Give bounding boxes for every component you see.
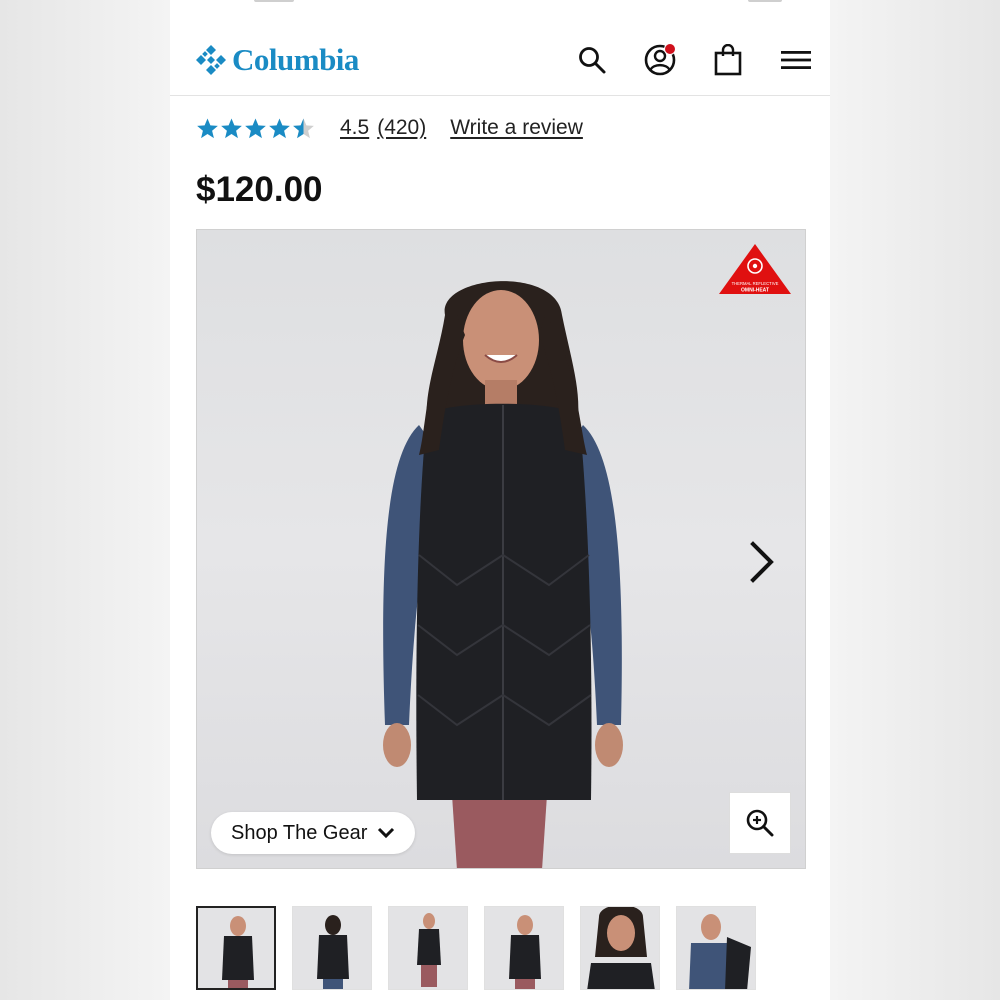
thumbnail-front[interactable] — [196, 906, 276, 990]
review-count-link[interactable]: (420) — [377, 116, 426, 140]
zoom-in-icon — [746, 809, 774, 837]
chevron-down-icon — [378, 827, 395, 839]
model-photo — [383, 281, 623, 868]
thumbnail-back[interactable] — [292, 906, 372, 990]
status-bar — [170, 0, 830, 6]
thumbnail-detail[interactable] — [676, 906, 756, 990]
thumbnail-closeup[interactable] — [580, 906, 660, 990]
columbia-diamond-icon — [196, 45, 226, 75]
account-button[interactable] — [642, 42, 678, 78]
notification-dot — [664, 43, 676, 55]
zoom-button[interactable] — [729, 792, 791, 854]
rating-value-link[interactable]: 4.5 — [340, 116, 369, 140]
product-image[interactable]: THERMAL REFLECTIVE OMNI-HEAT Shop The Ge… — [196, 229, 806, 869]
search-icon — [579, 47, 606, 74]
search-button[interactable] — [574, 42, 610, 78]
thumbnail-side[interactable] — [388, 906, 468, 990]
star-icon — [245, 117, 266, 138]
star-icon — [197, 117, 218, 138]
thumbnail-front-alt[interactable] — [484, 906, 564, 990]
star-rating[interactable] — [196, 117, 316, 140]
shopping-bag-icon — [714, 44, 742, 76]
star-icon — [269, 117, 290, 138]
brand-logo[interactable]: Columbia — [194, 42, 359, 78]
shop-the-gear-button[interactable]: Shop The Gear — [211, 812, 416, 854]
background-right — [830, 0, 1000, 1000]
shop-the-gear-label: Shop The Gear — [231, 821, 368, 844]
background-left — [0, 0, 170, 1000]
menu-icon — [781, 51, 811, 69]
write-review-link[interactable]: Write a review — [450, 116, 583, 140]
menu-button[interactable] — [778, 42, 814, 78]
badge-subtext: THERMAL REFLECTIVE — [732, 281, 779, 286]
mobile-screen: Columbia 4.5 (420) Write a review $120.0… — [170, 0, 830, 1000]
site-header: Columbia — [170, 24, 830, 96]
half-star-icon — [293, 117, 314, 138]
next-image-arrow-icon[interactable] — [747, 540, 777, 584]
cart-button[interactable] — [710, 42, 746, 78]
rating-row: 4.5 (420) Write a review — [196, 112, 810, 144]
thumbnail-strip — [196, 906, 756, 990]
product-price: $120.00 — [196, 170, 323, 209]
star-icon — [221, 117, 242, 138]
brand-name: Columbia — [232, 42, 359, 77]
omni-heat-badge: THERMAL REFLECTIVE OMNI-HEAT — [719, 244, 791, 294]
badge-text: OMNI-HEAT — [741, 288, 769, 294]
